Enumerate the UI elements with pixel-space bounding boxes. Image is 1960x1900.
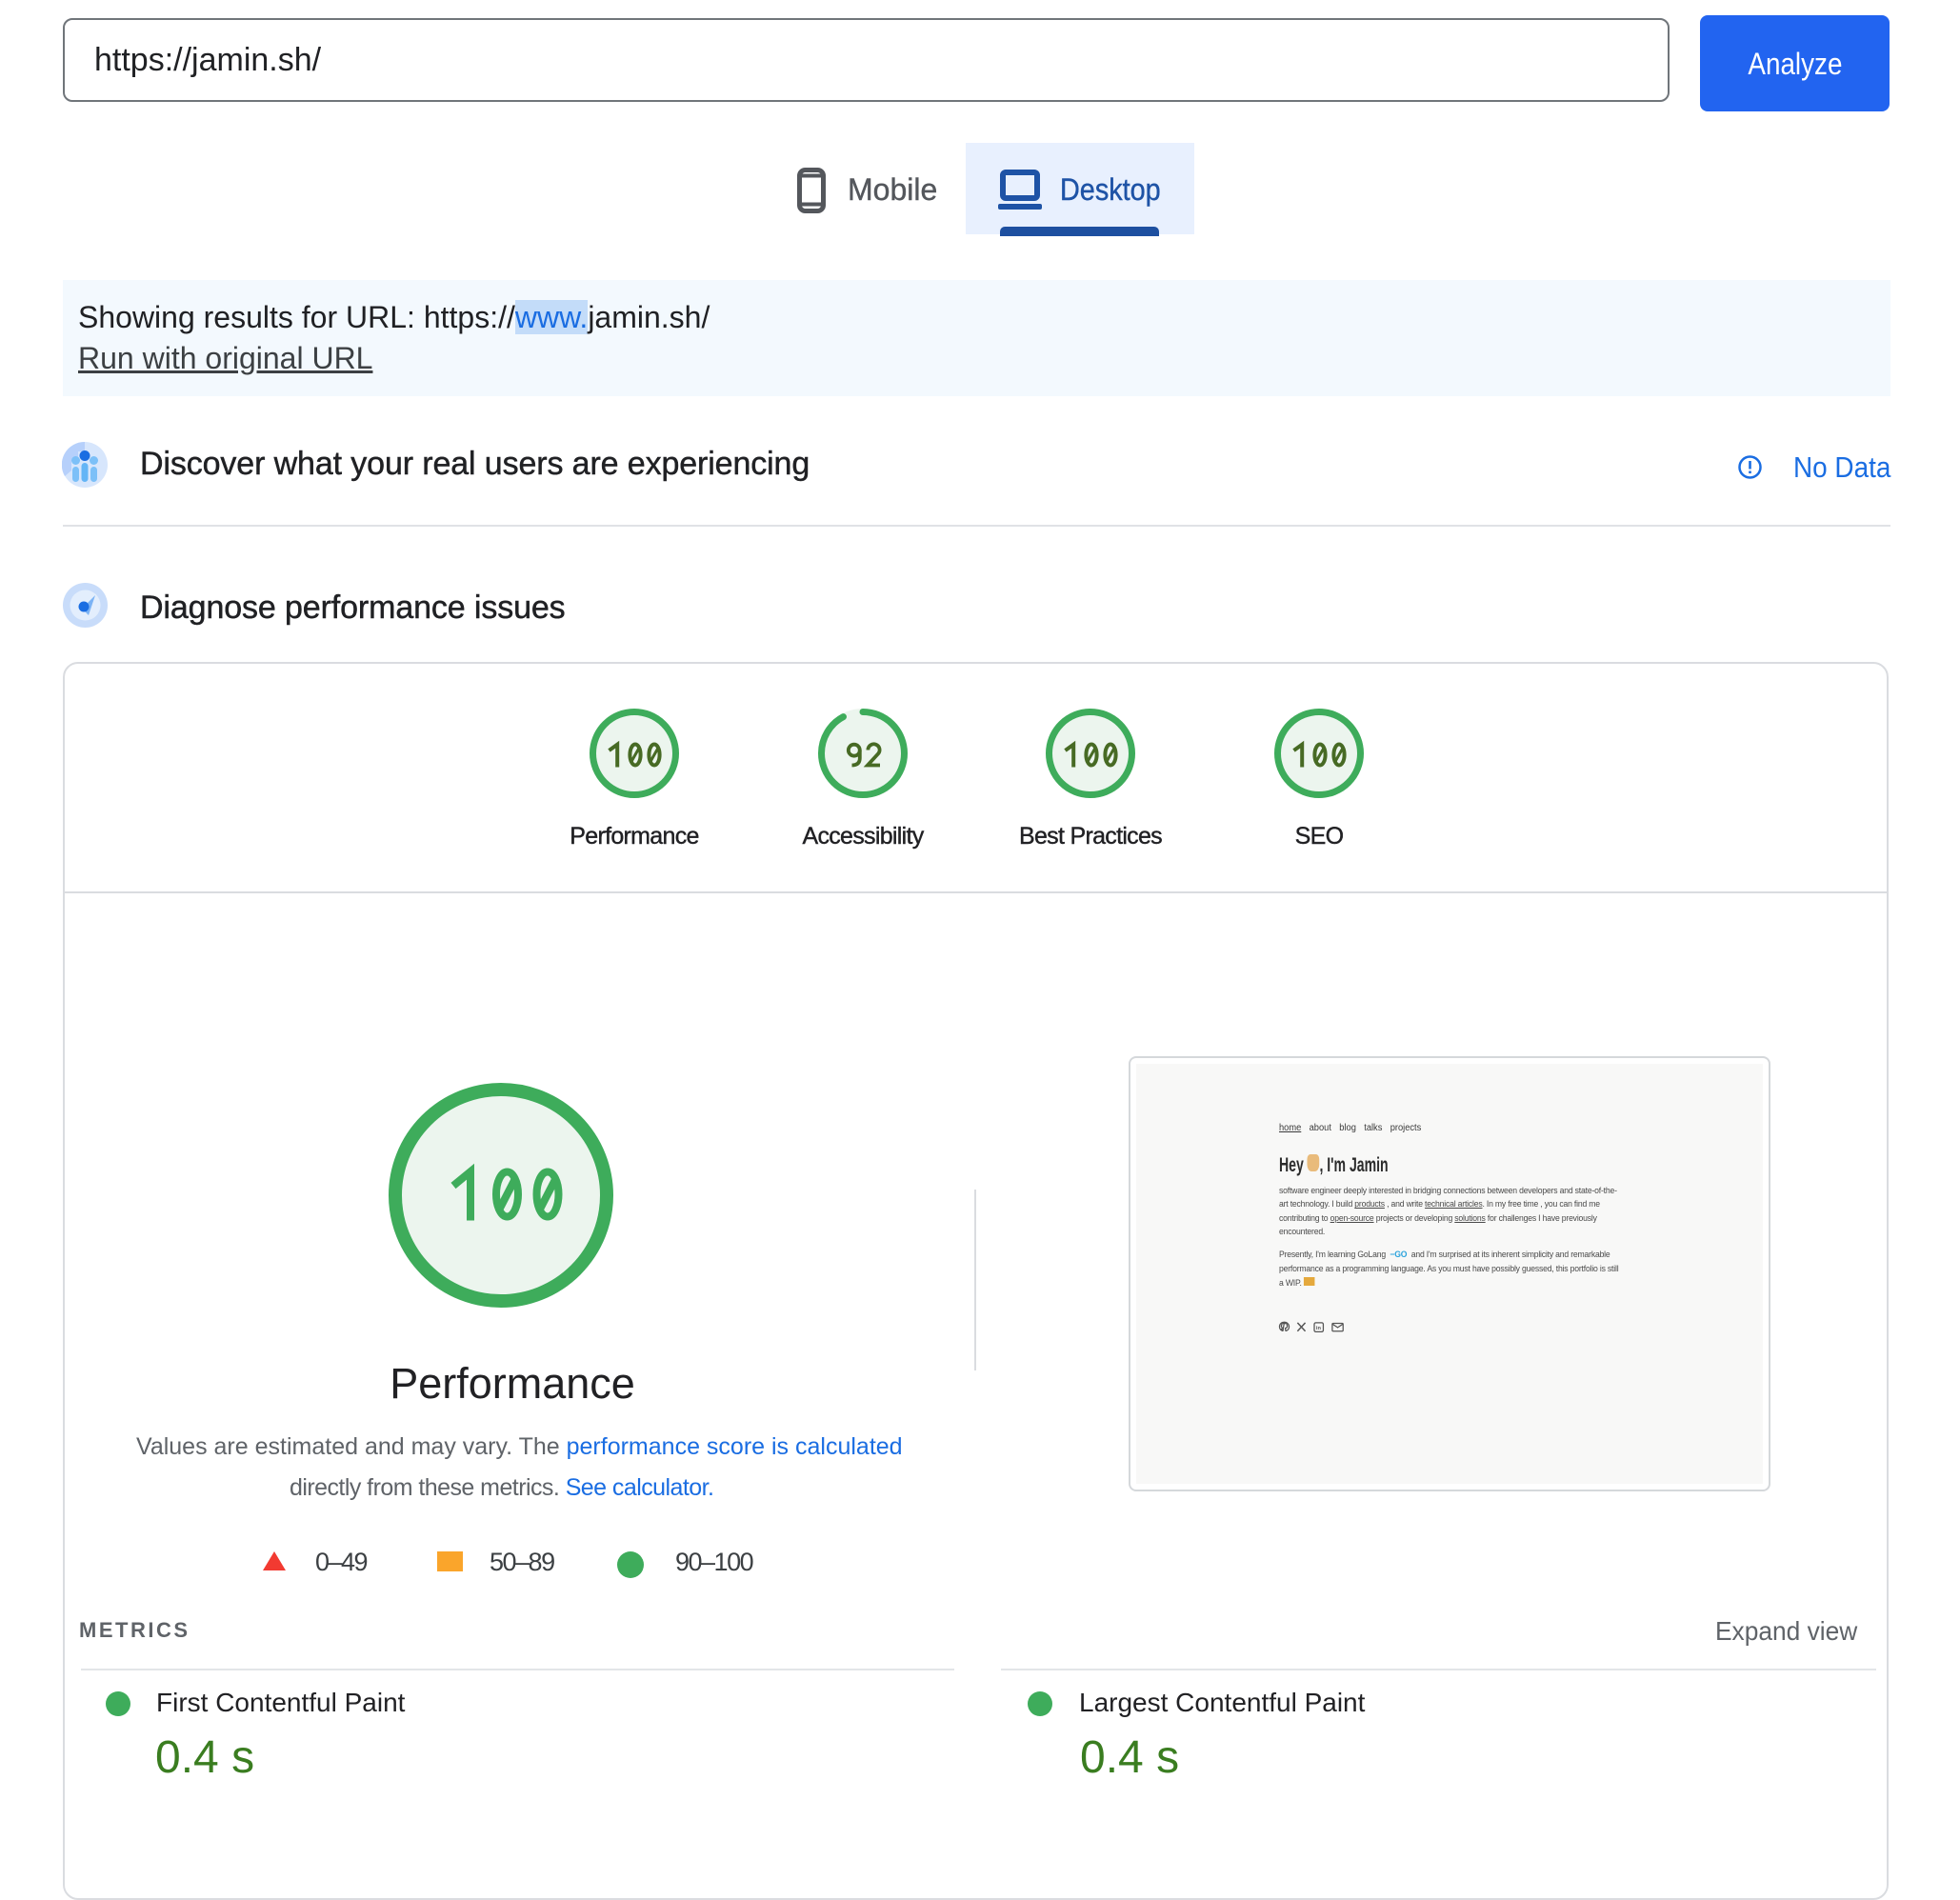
svg-text:in: in [1316, 1326, 1322, 1331]
